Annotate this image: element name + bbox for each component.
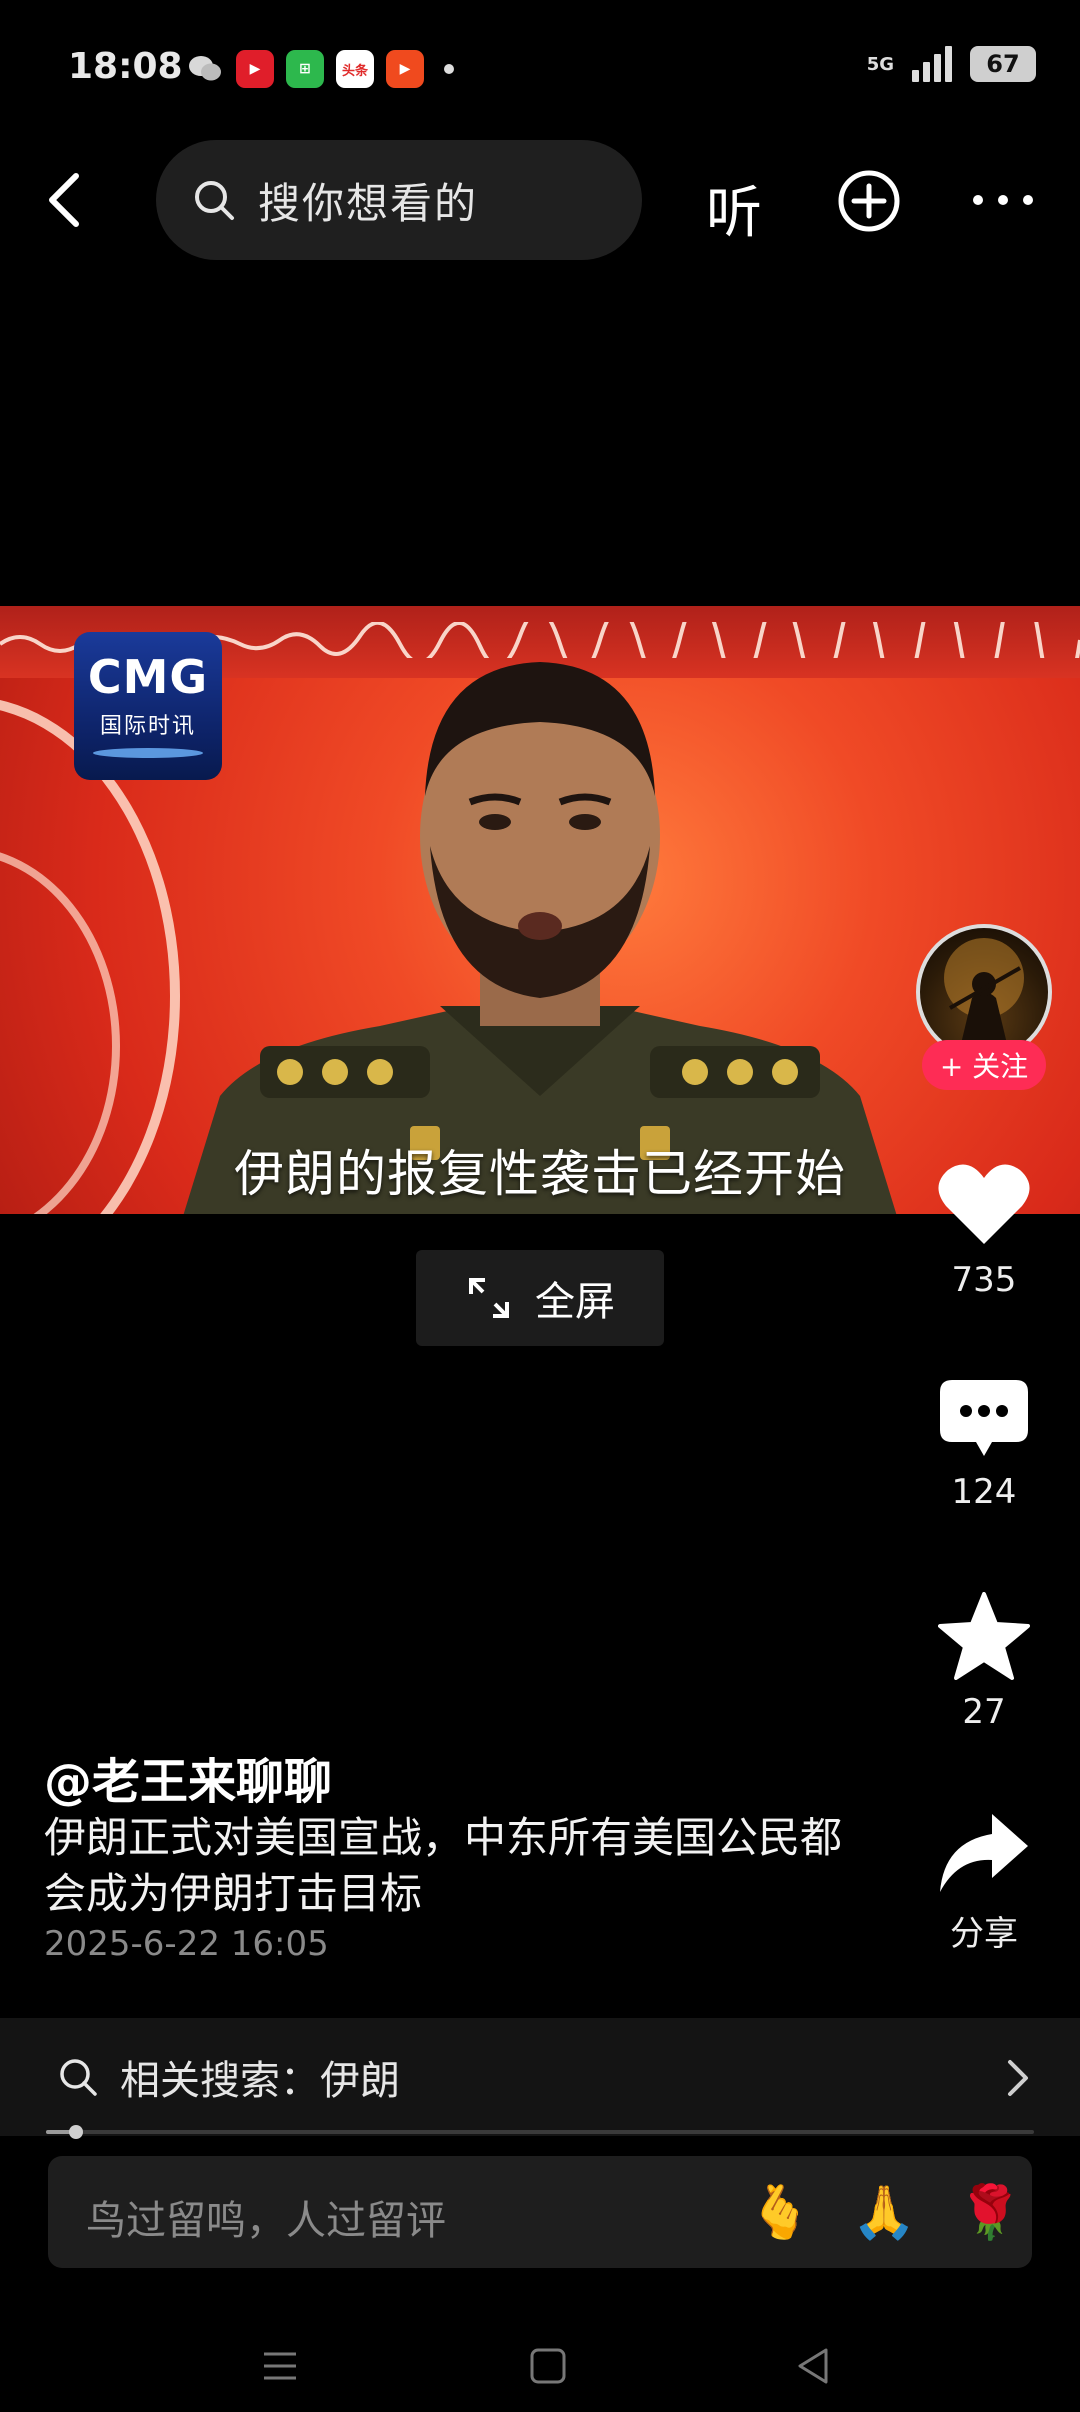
search-placeholder: 搜你想看的	[258, 178, 479, 228]
video-app-icon: ▶	[236, 50, 274, 88]
toutiao-icon: 头条	[336, 50, 374, 88]
post-description: 伊朗正式对美国宣战，中东所有美国公民都会成为伊朗打击目标	[44, 1813, 843, 1918]
back-button[interactable]	[36, 168, 100, 232]
playback-progress[interactable]	[46, 2125, 1034, 2139]
system-nav-bar	[0, 2310, 1080, 2412]
related-search-label: 相关搜索：伊朗	[120, 2058, 400, 2104]
more-button[interactable]	[968, 170, 1038, 230]
comment-input[interactable]: 鸟过留鸣，人过留评 🫰 🙏 🌹	[48, 2156, 1032, 2268]
heart-hands-emoji-button[interactable]: 🫰	[748, 2180, 813, 2244]
star-icon	[938, 1592, 1030, 1680]
wechat-icon	[186, 50, 224, 88]
fullscreen-button[interactable]: 全屏	[416, 1250, 664, 1346]
playback-progress-handle[interactable]	[68, 2125, 83, 2139]
signal-icon	[912, 46, 952, 82]
status-time: 18:08	[68, 46, 183, 87]
search-icon	[60, 2059, 97, 2096]
top-nav: 搜你想看的 听	[0, 140, 1080, 265]
add-button[interactable]	[836, 168, 902, 234]
video-subtitle: 伊朗的报复性袭击已经开始	[234, 1145, 846, 1203]
status-indicators: 5G 67	[867, 46, 1036, 82]
comment-button[interactable]: 124	[930, 1378, 1038, 1512]
pray-emoji-button[interactable]: 🙏	[852, 2180, 917, 2244]
avatar-image	[944, 938, 1024, 1048]
plus-circle-icon	[838, 170, 900, 232]
status-bar: 18:08 ▶ ⊞ 头条 ▶ 5G 67	[0, 0, 1080, 140]
home-icon[interactable]	[526, 2344, 570, 2388]
comment-bubble-icon	[940, 1380, 1028, 1456]
cmg-logo-main: CMG	[87, 650, 209, 704]
listen-button[interactable]: 听	[706, 168, 762, 249]
search-icon	[195, 181, 234, 220]
favorite-button[interactable]: 27	[930, 1592, 1038, 1732]
search-input[interactable]: 搜你想看的	[156, 140, 642, 260]
battery-icon: 67	[970, 46, 1036, 82]
share-button[interactable]: 分享	[930, 1812, 1038, 1955]
network-label: 5G	[866, 53, 894, 75]
post-date: 2025-6-22 16:05	[44, 1924, 329, 1964]
cmg-logo-swoosh	[93, 748, 203, 758]
green-app-icon: ⊞	[286, 50, 324, 88]
chevron-right-icon	[1008, 2060, 1028, 2096]
back-triangle-icon[interactable]	[792, 2344, 836, 2388]
cmg-logo: CMG 国际时讯	[74, 632, 222, 780]
favorite-count: 27	[962, 1692, 1006, 1732]
speaker-figure	[183, 662, 897, 1214]
follow-button[interactable]: + 关注	[922, 1040, 1046, 1090]
comment-placeholder: 鸟过留鸣，人过留评	[86, 2198, 446, 2244]
share-label: 分享	[950, 1914, 1018, 1954]
rose-emoji-button[interactable]: 🌹	[958, 2180, 1023, 2244]
menu-icon[interactable]	[258, 2344, 302, 2388]
comment-count: 124	[951, 1472, 1017, 1512]
notification-dot	[444, 64, 454, 74]
share-arrow-icon	[940, 1814, 1028, 1892]
play-app-icon: ▶	[386, 50, 424, 88]
expand-icon	[469, 1278, 509, 1318]
related-search-bar[interactable]: 相关搜索：伊朗	[0, 2018, 1080, 2136]
video-player[interactable]: CMG 国际时讯 伊朗的报复性袭击已经开始	[0, 606, 1080, 1214]
fullscreen-label: 全屏	[535, 1279, 615, 1325]
heart-icon	[938, 1164, 1030, 1244]
back-arrow-icon	[49, 173, 79, 227]
like-count: 735	[951, 1260, 1017, 1300]
more-dots-icon	[973, 195, 1033, 205]
status-app-icons: ▶ ⊞ 头条 ▶	[186, 50, 454, 88]
author-name[interactable]: @老王来聊聊	[44, 1742, 332, 1812]
like-button[interactable]: 735	[930, 1160, 1038, 1300]
cmg-logo-sub: 国际时讯	[99, 714, 196, 739]
